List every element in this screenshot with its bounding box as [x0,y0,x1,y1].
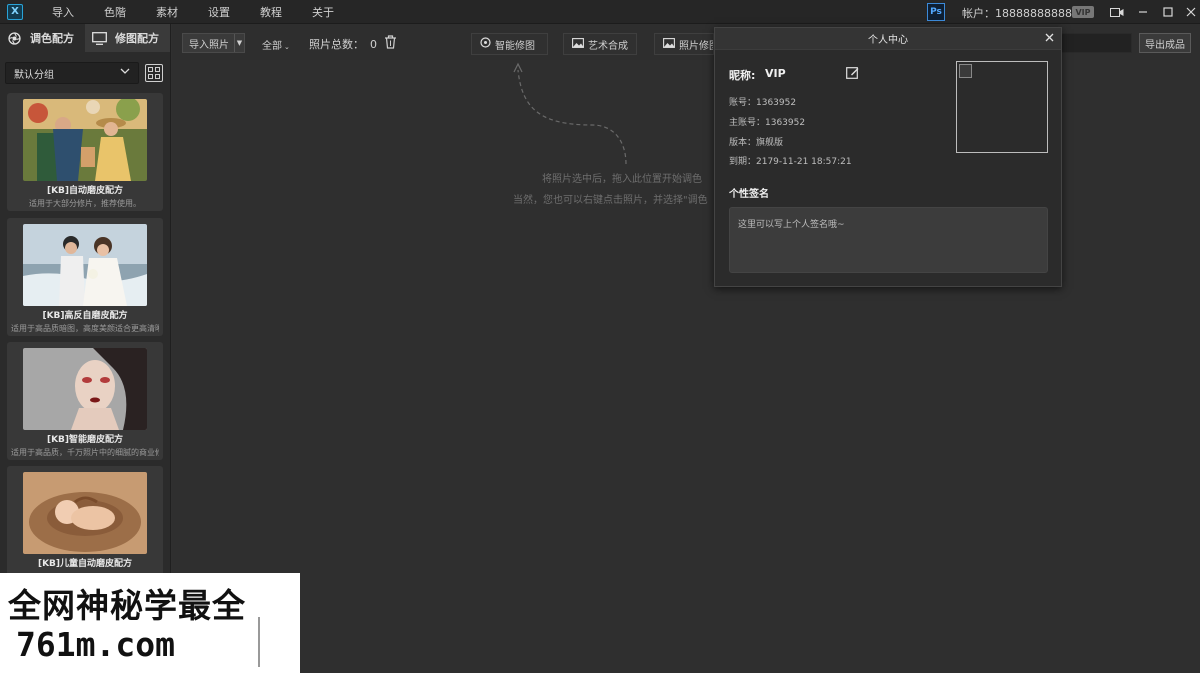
tab-color-recipe-label: 调色配方 [30,32,74,45]
grid-cell [148,74,153,79]
group-select-value: 默认分组 [14,69,54,81]
tab-retouch-recipe-label: 修图配方 [115,32,159,45]
recipe-card[interactable]: [KB]自动磨皮配方 适用于大部分修片，推荐使用。 [7,93,163,211]
photoshop-icon[interactable]: Ps [927,3,945,21]
close-icon[interactable] [1045,31,1054,46]
close-icon[interactable] [1182,3,1200,21]
import-photos-label: 导入照片 [189,39,229,51]
menu-settings[interactable]: 设置 [193,4,245,20]
maximize-icon[interactable] [1159,3,1177,21]
watermark-line1: 全网神秘学最全 [8,586,246,625]
tab-retouch-recipe[interactable]: 修图配方 [85,24,170,52]
art-composite-label: 艺术合成 [588,40,628,52]
menu-tutorial[interactable]: 教程 [245,4,297,20]
chevron-down-icon: ⌄ [284,43,290,51]
sidebar-tabs: 调色配方 修图配方 [0,24,170,52]
edit-icon[interactable] [846,66,859,79]
broken-image-icon [959,64,972,78]
vip-badge: VIP [1072,6,1094,18]
drag-hint-arrow-icon [513,62,627,165]
account-info: 账号：1363952 [729,98,797,108]
smart-retouch-label: 智能修图 [495,40,535,52]
minimize-icon[interactable] [1134,3,1152,21]
app-logo-icon: X [7,3,23,20]
image-icon [663,37,675,51]
recipe-desc: 适用于大部分修片，推荐使用。 [29,199,141,208]
recipe-thumbnail [23,472,147,554]
personal-center-dialog: 个人中心 昵称: VIP 账号：1363952 主账号：1363952 版本：旗… [714,27,1062,287]
signature-label: 个性签名 [729,189,769,200]
chevron-down-icon[interactable]: ▼ [234,34,244,52]
import-photos-button[interactable]: 导入照片 ▼ [182,33,245,53]
recipe-title: [KB]儿童自动磨皮配方 [37,559,133,569]
dialog-title: 个人中心 [868,35,908,46]
signature-input[interactable]: 这里可以写上个人签名哦~ [729,207,1048,273]
recipe-card[interactable]: [KB]儿童自动磨皮配方 [7,466,163,584]
recipe-title: [KB]智能磨皮配方 [46,435,124,445]
chevron-down-icon [120,66,130,79]
filter-dropdown[interactable]: 全部 ⌄ [262,37,290,52]
photo-retouch-label: 照片修图 [679,40,713,52]
watermark-line2: 761m.com [16,625,175,664]
search-input[interactable] [1060,33,1132,53]
menu-bar: X 导入 色階 素材 设置 教程 关于 Ps 帐户：18888888888 VI… [0,0,1200,24]
drag-hint-subtext: 当然，您也可以右键点击照片，并选择"调色 [513,195,708,206]
menu-about[interactable]: 关于 [297,4,349,20]
drag-hint-text: 将照片选中后，拖入此位置开始调色 [542,174,702,185]
smart-retouch-button[interactable]: 智能修图 [471,33,548,55]
recipe-desc: 适用于高品质，千万照片中的细腻的商业修图片。... [11,448,159,457]
account-label: 帐户：18888888888 [962,7,1072,20]
photo-total-label: 照片总数： [309,38,364,51]
art-composite-button[interactable]: 艺术合成 [563,33,637,55]
screen-record-icon[interactable] [1108,3,1126,21]
grid-cell [155,74,160,79]
version-info: 版本：旗舰版 [729,138,784,148]
group-select[interactable]: 默认分组 [5,62,139,84]
avatar[interactable] [956,61,1048,153]
export-button[interactable]: 导出成品 [1139,33,1191,53]
trash-icon[interactable] [384,35,397,49]
grid-view-icon[interactable] [145,64,163,82]
recipe-card[interactable]: [KB]高反自磨皮配方 适用于高品质暗图，高度美颜适合更高清晰度的... [7,218,163,336]
menu-import[interactable]: 导入 [37,4,89,20]
menu-color[interactable]: 色階 [89,4,141,20]
retouch-icon [480,37,491,51]
nickname-value: VIP [765,67,786,80]
watermark-divider [258,617,260,667]
expiry-info: 到期：2179-11-21 18:57:21 [729,157,852,167]
recipe-thumbnail [23,99,147,181]
watermark: 全网神秘学最全 761m.com [0,573,300,673]
recipe-title: [KB]高反自磨皮配方 [42,311,128,321]
nickname-label: 昵称: [729,69,756,82]
recipe-desc: 适用于高品质暗图，高度美颜适合更高清晰度的... [11,324,159,333]
recipe-card[interactable]: [KB]智能磨皮配方 适用于高品质，千万照片中的细腻的商业修图片。... [7,342,163,460]
recipe-title: [KB]自动磨皮配方 [46,186,124,196]
filter-label: 全部 [262,41,282,52]
recipe-thumbnail [23,348,147,430]
menu-material[interactable]: 素材 [141,4,193,20]
recipe-thumbnail [23,224,147,306]
dialog-header: 个人中心 [715,28,1061,50]
photo-total-value: 0 [370,38,377,51]
grid-cell [148,67,153,72]
main-account-info: 主账号：1363952 [729,118,806,128]
photo-total: 照片总数： 0 [309,36,377,52]
grid-cell [155,67,160,72]
aperture-icon [6,31,22,45]
image-icon [572,37,584,51]
monitor-icon [91,31,107,45]
tab-color-recipe[interactable]: 调色配方 [0,24,85,52]
photo-retouch-button[interactable]: 照片修图 [654,33,714,55]
